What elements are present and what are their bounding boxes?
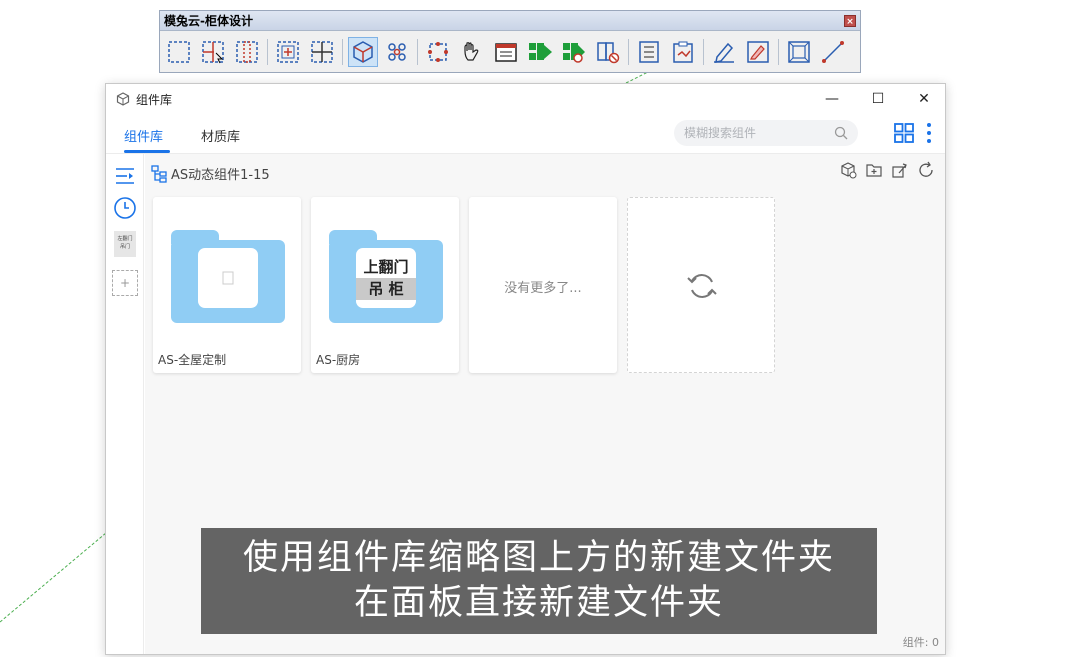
thumb-line: 上翻门 [363, 258, 409, 276]
refresh-icon [919, 161, 933, 177]
active-tab-indicator [124, 150, 170, 153]
add-cabinet-icon[interactable] [273, 37, 303, 67]
refresh-icon [687, 274, 717, 298]
screen: 模兔云-柜体设计 × 组件库 — ☐ ✕ 组件库 材质库 模糊搜索组件 左翻门 … [0, 0, 1079, 657]
list-report-icon[interactable] [634, 37, 664, 67]
split-cabinet-icon[interactable] [307, 37, 337, 67]
thumb-line: 吊 柜 [356, 278, 416, 300]
delete-part-icon[interactable] [593, 37, 623, 67]
toolbar-title: 模兔云-柜体设计 [164, 14, 253, 28]
frame-select-icon[interactable] [784, 37, 814, 67]
panel-list-icon[interactable] [491, 37, 521, 67]
search-box [674, 120, 858, 146]
empty-file-icon [222, 271, 234, 285]
thumb-line: 吊门 [119, 244, 130, 250]
breadcrumb: AS动态组件1-15 [151, 164, 270, 183]
new-component-icon [841, 162, 857, 179]
upload-icon [892, 163, 907, 178]
select-rect-icon[interactable] [164, 37, 194, 67]
folder-icon [171, 230, 285, 323]
toolbar-close-button[interactable]: × [844, 15, 856, 27]
folder-name: AS-厨房 [316, 353, 361, 367]
folder-thumbnail: 上翻门 吊 柜 [356, 248, 416, 308]
sidebar: 左翻门 吊门 + [106, 154, 144, 654]
tab-material-library[interactable]: 材质库 [201, 126, 240, 145]
refresh-list-button[interactable] [913, 158, 939, 182]
toolbar-separator [703, 38, 704, 65]
cabinet-design-toolbar: 模兔云-柜体设计 × [159, 10, 861, 73]
tab-component-library[interactable]: 组件库 [124, 126, 163, 145]
new-folder-icon [866, 164, 882, 177]
folder-tree-icon [151, 164, 167, 183]
toolbar-separator [342, 38, 343, 65]
breadcrumb-path[interactable]: AS动态组件1-15 [171, 164, 270, 183]
board-select-icon[interactable] [423, 37, 453, 67]
plus-icon: + [119, 276, 131, 290]
toolbar-titlebar: 模兔云-柜体设计 × [160, 11, 860, 31]
export-process-icon[interactable] [559, 37, 589, 67]
tool-row [160, 31, 860, 72]
toolbar-separator [778, 38, 779, 65]
folder-icon: 上翻门 吊 柜 [329, 230, 443, 323]
minimize-button[interactable]: — [809, 84, 855, 114]
toolbar-separator [628, 38, 629, 65]
maximize-button[interactable]: ☐ [855, 84, 901, 114]
thumb-line: 左翻门 [117, 236, 133, 242]
select-part-icon[interactable] [198, 37, 228, 67]
more-menu-icon[interactable] [926, 122, 932, 144]
hand-tool-icon[interactable] [457, 37, 487, 67]
content-actions [835, 158, 939, 182]
cube-logo-icon [116, 92, 130, 106]
refresh-card[interactable] [627, 197, 775, 373]
folder-name: AS-全屋定制 [158, 353, 227, 367]
clipboard-report-icon[interactable] [668, 37, 698, 67]
sidebar-recent-thumbnail[interactable]: 左翻门 吊门 [114, 231, 136, 257]
component-cluster-icon[interactable] [382, 37, 412, 67]
close-button[interactable]: ✕ [901, 84, 947, 114]
no-more-text: 没有更多了... [504, 281, 582, 296]
component-3d-icon[interactable] [348, 36, 378, 67]
no-more-card: 没有更多了... [469, 197, 617, 373]
search-icon[interactable] [834, 126, 848, 140]
toolbar-separator [417, 38, 418, 65]
subtitle-line-1: 使用组件库缩略图上方的新建文件夹 [242, 538, 835, 578]
add-favorite-button[interactable]: + [112, 270, 138, 296]
pencil-box-icon[interactable] [743, 37, 773, 67]
history-clock-icon[interactable] [113, 196, 137, 220]
component-count-status: 组件: 0 [902, 636, 939, 649]
toolbar-separator [267, 38, 268, 65]
pencil-edit-icon[interactable] [709, 37, 739, 67]
video-subtitle: 使用组件库缩略图上方的新建文件夹 在面板直接新建文件夹 [201, 528, 877, 634]
select-column-icon[interactable] [232, 37, 262, 67]
dimension-icon[interactable] [818, 37, 848, 67]
new-component-button[interactable] [835, 158, 861, 182]
folder-card[interactable]: AS-全屋定制 [153, 197, 301, 373]
new-folder-button[interactable] [861, 158, 887, 182]
upload-button[interactable] [887, 158, 913, 182]
search-input[interactable] [674, 120, 824, 146]
window-title: 组件库 [136, 92, 173, 107]
folder-thumbnail [198, 248, 258, 308]
collapse-sidebar-icon[interactable] [114, 166, 136, 186]
folder-card[interactable]: 上翻门 吊 柜 AS-厨房 [311, 197, 459, 373]
subtitle-line-2: 在面板直接新建文件夹 [353, 583, 724, 623]
window-titlebar: 组件库 — ☐ ✕ [106, 84, 945, 114]
export-green-icon[interactable] [525, 37, 555, 67]
grid-view-icon[interactable] [894, 123, 914, 143]
